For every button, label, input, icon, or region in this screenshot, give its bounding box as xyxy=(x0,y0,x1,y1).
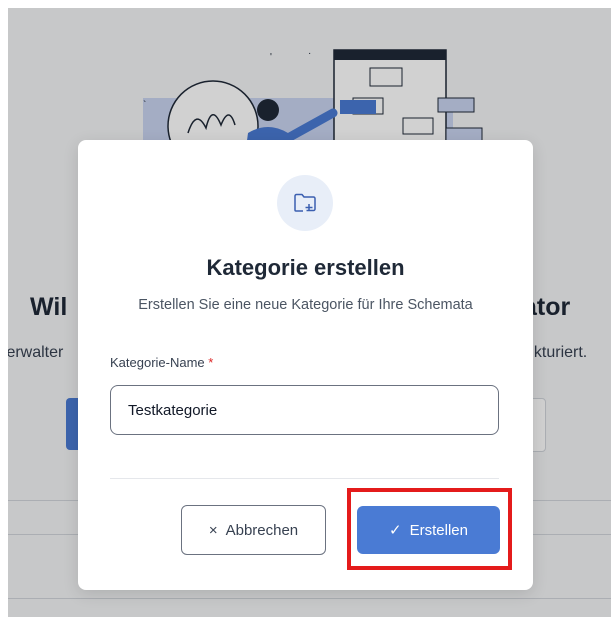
cancel-button[interactable]: × Abbrechen xyxy=(181,505,326,555)
category-name-label: Kategorie-Name * xyxy=(110,355,213,370)
dialog-divider xyxy=(110,478,499,479)
dialog-title: Kategorie erstellen xyxy=(206,255,405,280)
category-name-label-text: Kategorie-Name xyxy=(110,355,205,370)
cancel-button-label: Abbrechen xyxy=(225,521,299,539)
highlight-box xyxy=(347,488,512,570)
create-category-dialog: Kategorie erstellen Erstellen Sie eine n… xyxy=(78,140,533,590)
close-icon: × xyxy=(208,521,218,539)
folder-plus-icon xyxy=(277,175,333,231)
required-marker: * xyxy=(208,355,214,370)
dialog-description: Erstellen Sie eine neue Kategorie für Ih… xyxy=(138,297,473,313)
category-name-input[interactable] xyxy=(110,385,499,435)
